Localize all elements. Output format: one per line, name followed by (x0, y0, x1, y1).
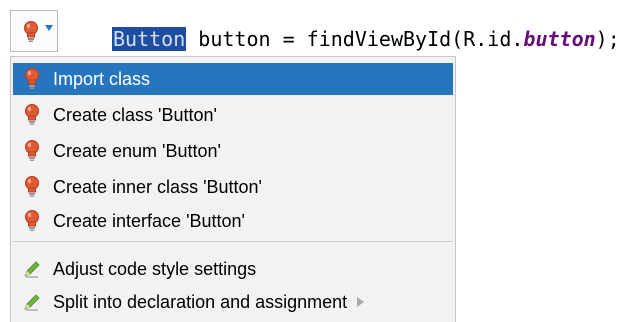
menu-item-label: Create inner class 'Button' (53, 176, 262, 197)
menu-item-create-class[interactable]: Create class 'Button' (13, 99, 453, 131)
menu-item-label: Create interface 'Button' (53, 210, 245, 231)
red-lightbulb-icon (23, 210, 41, 232)
menu-separator (13, 241, 453, 242)
code-text: button = findViewById(R.id. (186, 27, 524, 51)
pencil-icon (23, 291, 41, 313)
red-lightbulb-icon (23, 176, 41, 198)
menu-item-label: Create enum 'Button' (53, 140, 221, 161)
menu-item-label: Import class (53, 68, 151, 89)
menu-item-adjust-code-style[interactable]: Adjust code style settings (13, 253, 453, 285)
menu-item-create-interface[interactable]: Create interface 'Button' (13, 205, 453, 237)
caret-down-icon[interactable] (45, 25, 53, 31)
pencil-icon (23, 258, 41, 280)
code-text-end: ); (595, 27, 620, 51)
menu-item-create-enum[interactable]: Create enum 'Button' (13, 135, 453, 167)
selected-token[interactable]: Button (112, 27, 187, 51)
field-reference: button (523, 27, 596, 51)
red-lightbulb-icon (23, 104, 41, 126)
red-lightbulb-icon (23, 140, 41, 162)
intention-actions-button[interactable] (10, 10, 58, 52)
editor-line: Button button = findViewById(R.id.button… (0, 0, 642, 58)
submenu-arrow-icon[interactable] (357, 297, 365, 307)
menu-item-label: Split into declaration and assignment (53, 291, 348, 312)
menu-item-label: Create class 'Button' (53, 104, 217, 125)
red-lightbulb-icon (23, 21, 39, 47)
red-lightbulb-icon (23, 68, 41, 90)
code-line[interactable]: Button button = findViewById(R.id.button… (112, 26, 620, 52)
menu-item-label: Adjust code style settings (53, 258, 257, 279)
menu-item-import-class[interactable]: Import class (13, 63, 453, 95)
menu-item-create-inner-class[interactable]: Create inner class 'Button' (13, 171, 453, 203)
menu-item-split-declaration[interactable]: Split into declaration and assignment (13, 286, 453, 318)
intention-actions-popup: Import class Create class 'Button' Creat (10, 56, 456, 322)
